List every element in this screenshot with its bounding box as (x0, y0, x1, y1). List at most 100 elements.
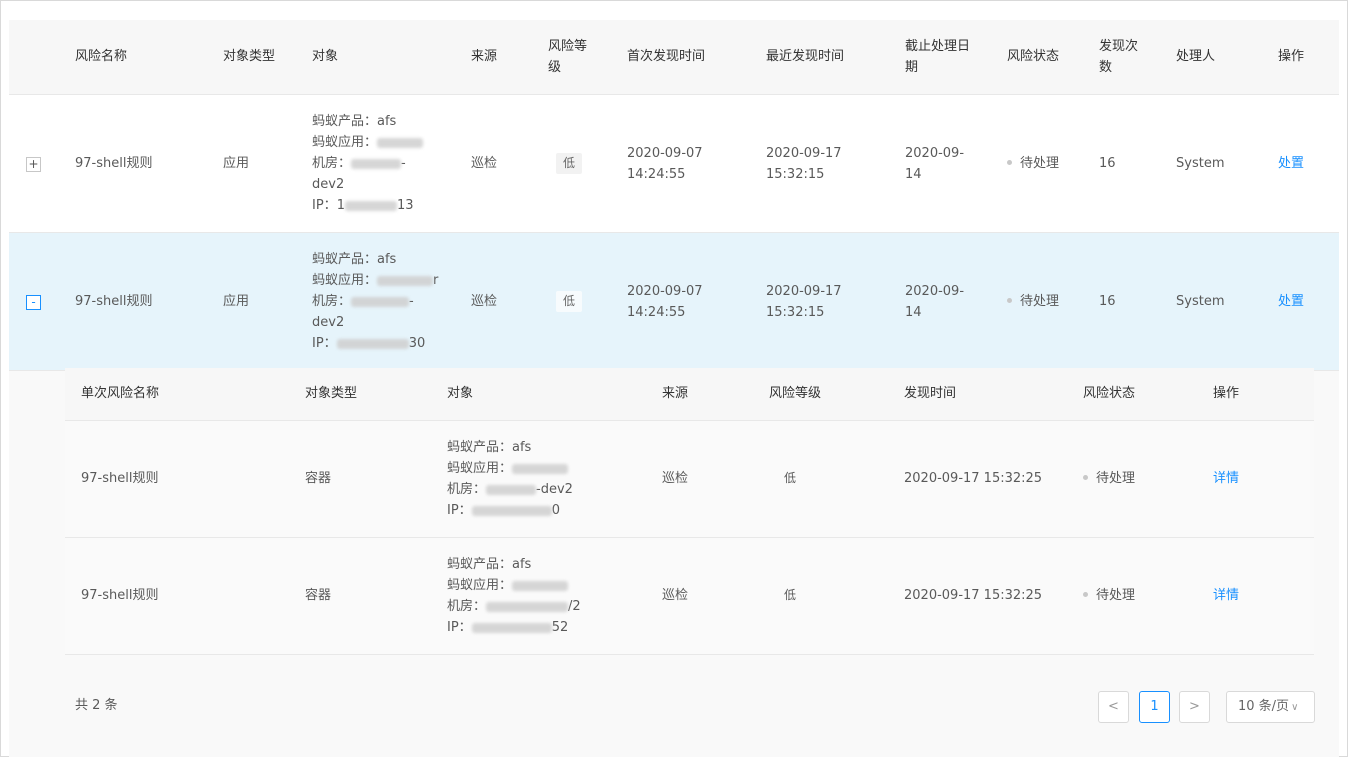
source: 巡检 (471, 294, 498, 309)
last-found-time: 15:32:15 (766, 305, 825, 320)
single-risk-name: 97-shell规则 (81, 588, 159, 603)
col-risk-level-line1: 风险等 (548, 39, 588, 54)
collapse-row-button[interactable]: - (26, 295, 41, 310)
last-found-date: 2020-09-17 (766, 284, 842, 299)
sub-col-object: 对象 (447, 386, 474, 401)
risk-level-tag: 低 (556, 291, 582, 312)
object-app: 蚂蚁应用： (447, 575, 569, 596)
redacted-room-icon (486, 601, 569, 612)
deadline-line1: 2020-09- (905, 284, 965, 299)
col-handler: 处理人 (1176, 49, 1216, 64)
object-app: 蚂蚁应用： r (312, 273, 439, 288)
handler: System (1176, 156, 1225, 171)
redacted-ip-icon (471, 505, 552, 516)
chevron-down-icon: ∨ (1291, 702, 1299, 713)
object-room-line2: dev2 (312, 315, 345, 330)
sub-col-action: 操作 (1213, 386, 1240, 401)
col-object: 对象 (312, 49, 339, 64)
object-product: 蚂蚁产品：afs (447, 557, 532, 572)
single-risk-name: 97-shell规则 (81, 471, 159, 486)
sub-table-row: 97-shell规则 容器 蚂蚁产品：afs 蚂蚁应用： 机房： -dev2 IP… (65, 421, 1314, 538)
total-count: 共 2 条 (75, 698, 118, 713)
object-app: 蚂蚁应用： (312, 132, 424, 153)
object-app: 蚂蚁应用： (447, 458, 569, 479)
redacted-app-icon (377, 137, 424, 148)
object-room: 机房： -dev2 (447, 482, 573, 497)
sub-col-object-type: 对象类型 (305, 386, 358, 401)
sub-risk-table: 单次风险名称 对象类型 对象 来源 风险等级 发现时间 风险状态 操作 97-s… (65, 368, 1315, 737)
risk-level-tag: 低 (556, 153, 582, 174)
expand-row-button[interactable]: + (26, 157, 41, 172)
redacted-room-icon (351, 296, 410, 307)
object-type: 应用 (223, 156, 250, 171)
status-dot-icon (1007, 298, 1012, 303)
redacted-ip-icon (344, 200, 397, 211)
detail-link[interactable]: 详情 (1213, 585, 1239, 606)
risk-level: 低 (784, 588, 797, 602)
object-type: 应用 (223, 294, 250, 309)
object-room: 机房：/2 (447, 599, 581, 614)
first-found-date: 2020-09-07 (627, 284, 703, 299)
object-room-line2: dev2 (312, 177, 345, 192)
found-time: 2020-09-17 15:32:25 (904, 471, 1043, 486)
sub-table-row: 97-shell规则 容器 蚂蚁产品：afs 蚂蚁应用： 机房：/2 IP： 52… (65, 538, 1314, 655)
table-header: 风险名称 对象类型 对象 来源 风险等 级 首次发现时间 最近发现时间 截止处理… (9, 20, 1339, 95)
table-row: + 97-shell规则 应用 蚂蚁产品：afs 蚂蚁应用： 机房： - dev2… (9, 95, 1339, 233)
deadline-line2: 14 (905, 167, 922, 182)
object-type: 容器 (305, 588, 332, 603)
risk-name: 97-shell规则 (75, 294, 153, 309)
object-product: 蚂蚁产品：afs (312, 114, 397, 129)
table-row-expanded: - 97-shell规则 应用 蚂蚁产品：afs 蚂蚁应用： r 机房： - dev… (9, 233, 1339, 371)
last-found-date: 2020-09-17 (766, 146, 842, 161)
col-risk-status: 风险状态 (1007, 49, 1060, 64)
detail-link[interactable]: 详情 (1213, 468, 1239, 489)
found-count: 16 (1099, 294, 1116, 309)
source: 巡检 (662, 471, 689, 486)
page-1-button[interactable]: 1 (1139, 691, 1170, 723)
sub-col-risk-status: 风险状态 (1083, 386, 1136, 401)
risk-status: 待处理 (1083, 468, 1135, 489)
handle-link[interactable]: 处置 (1278, 153, 1304, 174)
col-deadline-line1: 截止处理日 (905, 39, 971, 54)
object-room: 机房： - (312, 294, 414, 309)
page-size-select[interactable]: 10 条/页 ∨ (1226, 691, 1315, 723)
col-found-count-line1: 发现次 (1099, 39, 1139, 54)
col-risk-name: 风险名称 (75, 49, 128, 64)
deadline-line2: 14 (905, 305, 922, 320)
risk-name: 97-shell规则 (75, 156, 153, 171)
col-source: 来源 (471, 49, 498, 64)
col-found-count-line2: 数 (1099, 60, 1113, 75)
redacted-app-icon (377, 275, 434, 286)
sub-table-header: 单次风险名称 对象类型 对象 来源 风险等级 发现时间 风险状态 操作 (65, 368, 1314, 421)
object-type: 容器 (305, 471, 332, 486)
source: 巡检 (662, 588, 689, 603)
handle-link[interactable]: 处置 (1278, 291, 1304, 312)
col-deadline-line2: 期 (905, 60, 919, 75)
object-ip: IP： 52 (447, 620, 569, 635)
redacted-room-icon (351, 158, 402, 169)
object-ip: IP： 0 (447, 503, 560, 518)
object-product: 蚂蚁产品：afs (312, 252, 397, 267)
first-found-time: 14:24:55 (627, 305, 686, 320)
found-count: 16 (1099, 156, 1116, 171)
col-risk-level-line2: 级 (548, 60, 562, 75)
first-found-time: 14:24:55 (627, 167, 686, 182)
col-first-found: 首次发现时间 (627, 49, 706, 64)
redacted-ip-icon (471, 622, 552, 633)
risk-status: 待处理 (1007, 291, 1059, 312)
object-ip: IP：1 13 (312, 198, 414, 213)
object-room: 机房： - (312, 156, 406, 171)
sub-col-single-risk-name: 单次风险名称 (81, 386, 160, 401)
object-product: 蚂蚁产品：afs (447, 440, 532, 455)
risk-status: 待处理 (1083, 585, 1135, 606)
status-dot-icon (1083, 592, 1088, 597)
risk-status: 待处理 (1007, 153, 1059, 174)
prev-page-button[interactable]: < (1098, 691, 1129, 723)
col-last-found: 最近发现时间 (766, 49, 845, 64)
status-dot-icon (1083, 475, 1088, 480)
page-size-label: 10 条/页 (1238, 699, 1290, 714)
redacted-app-icon (512, 463, 569, 474)
redacted-ip-icon (336, 338, 409, 349)
source: 巡检 (471, 156, 498, 171)
next-page-button[interactable]: > (1179, 691, 1210, 723)
